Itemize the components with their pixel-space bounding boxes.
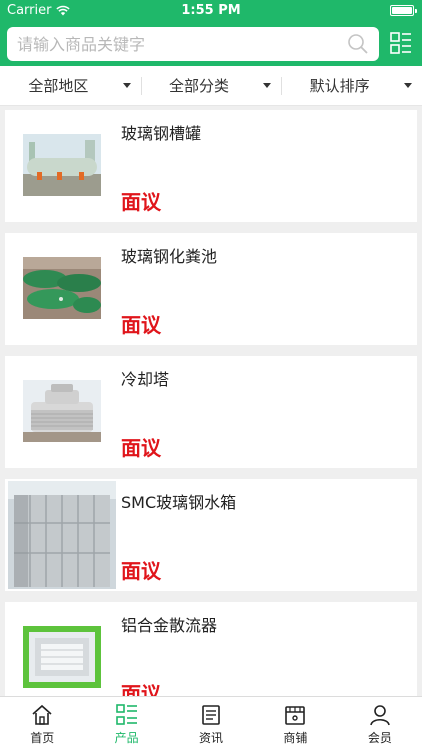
product-image-air-diffuser <box>23 626 101 688</box>
tab-member[interactable]: 会员 <box>338 697 422 750</box>
clock: 1:55 PM <box>181 3 241 18</box>
filter-category-label: 全部分类 <box>169 77 230 95</box>
product-image-frp-tank <box>23 134 101 196</box>
product-list: 玻璃钢槽罐 面议 玻璃钢化粪池 面议 冷却塔 面议 SMC玻璃钢水箱 面议 铝合… <box>0 106 422 696</box>
filter-region[interactable]: 全部地区 <box>0 66 141 105</box>
tab-news-label: 资讯 <box>199 731 224 745</box>
product-price: 面议 <box>121 682 161 696</box>
caret-down-icon <box>122 83 131 88</box>
news-icon <box>202 705 220 725</box>
product-price: 面议 <box>121 436 161 460</box>
filter-sort[interactable]: 默认排序 <box>281 66 422 105</box>
member-icon <box>370 705 390 726</box>
filter-bar: 全部地区 全部分类 默认排序 <box>0 66 422 106</box>
product-card[interactable]: 铝合金散流器 面议 <box>5 602 417 696</box>
product-price: 面议 <box>121 559 161 583</box>
tab-products-label: 产品 <box>114 731 139 745</box>
caret-down-icon <box>263 83 272 88</box>
product-card[interactable]: 玻璃钢化粪池 面议 <box>5 233 417 345</box>
header: Carrier 1:55 PM <box>0 0 422 66</box>
product-name: 玻璃钢槽罐 <box>121 124 202 143</box>
product-price: 面议 <box>121 313 161 337</box>
category-menu-icon[interactable] <box>390 31 412 55</box>
tab-member-label: 会员 <box>367 731 392 745</box>
product-card[interactable]: 冷却塔 面议 <box>5 356 417 468</box>
home-icon <box>32 704 52 725</box>
filter-region-label: 全部地区 <box>28 77 89 95</box>
tab-news[interactable]: 资讯 <box>169 697 253 750</box>
product-image-cooling-tower <box>23 380 101 442</box>
tab-home[interactable]: 首页 <box>0 697 84 750</box>
product-image-septic-tank <box>23 257 101 319</box>
tab-shop-label: 商铺 <box>283 731 308 745</box>
product-price: 面议 <box>121 190 161 214</box>
product-name: 冷却塔 <box>121 370 170 389</box>
search-icon[interactable] <box>347 33 369 55</box>
filter-category[interactable]: 全部分类 <box>140 66 282 105</box>
shop-icon <box>285 706 306 725</box>
product-name: SMC玻璃钢水箱 <box>121 493 237 512</box>
search-box[interactable] <box>7 27 379 61</box>
product-card[interactable]: 玻璃钢槽罐 面议 <box>5 110 417 222</box>
bottom-tab-bar: 首页 产品 资讯 商铺 会员 <box>0 696 422 750</box>
tab-shop[interactable]: 商铺 <box>253 697 337 750</box>
battery-icon <box>390 5 417 16</box>
product-name: 铝合金散流器 <box>121 616 218 635</box>
product-card[interactable]: SMC玻璃钢水箱 面议 <box>5 479 417 591</box>
product-image-smc-water-tank <box>8 481 116 589</box>
status-bar: Carrier 1:55 PM <box>0 0 422 22</box>
filter-sort-label: 默认排序 <box>309 77 370 95</box>
search-input[interactable] <box>17 27 337 61</box>
products-icon <box>115 704 137 725</box>
caret-down-icon <box>404 83 413 88</box>
tab-products[interactable]: 产品 <box>84 697 168 750</box>
tab-home-label: 首页 <box>30 731 55 745</box>
product-name: 玻璃钢化粪池 <box>121 247 218 266</box>
